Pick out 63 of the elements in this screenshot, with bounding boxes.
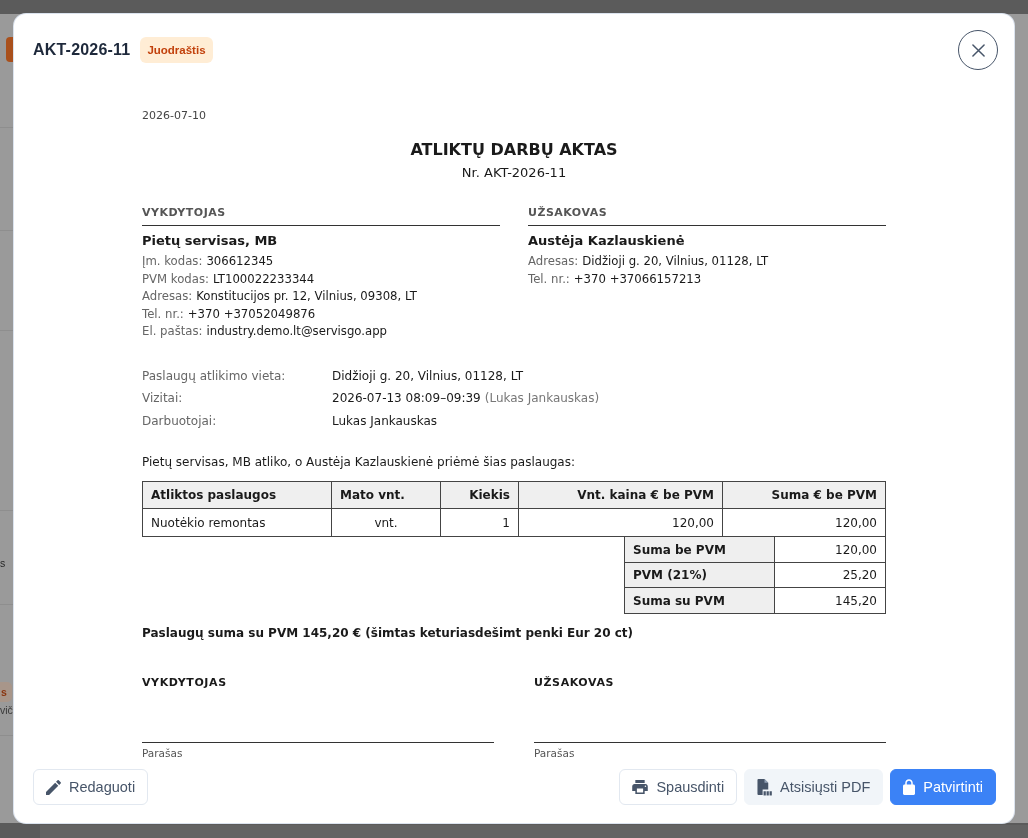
section-heading: UŽSAKOVAS	[528, 206, 608, 220]
detail-value: 2026-07-13 08:09–09:39	[332, 390, 481, 408]
list-text: s	[0, 556, 6, 570]
detail-value: Lukas Jankauskas	[332, 412, 438, 430]
dialog-title: AKT-2026-11	[33, 41, 131, 59]
party-name: Austėja Kazlauskienė	[528, 232, 685, 250]
status-badge: s	[0, 682, 12, 702]
signature-heading: VYKDYTOJAS	[142, 675, 227, 690]
signature-caption: Parašas	[534, 746, 575, 760]
column-header: Kiekis	[440, 481, 519, 509]
column-header: Suma € be PVM	[722, 481, 886, 509]
table-cell: 1	[440, 508, 519, 537]
download-pdf-button[interactable]: Atsisiųsti PDF	[744, 769, 884, 805]
field-value: 306612345	[206, 253, 274, 270]
field-value: Konstitucijos pr. 12, Vilnius, 09308, LT	[196, 288, 417, 306]
field-label: Tel. nr.:	[528, 270, 570, 288]
signature-heading: UŽSAKOVAS	[534, 675, 615, 690]
printer-icon	[632, 780, 649, 794]
detail-label: Darbuotojai:	[142, 412, 217, 430]
totals-label: Suma be PVM	[624, 536, 775, 563]
list-text: vič	[0, 703, 13, 717]
field-label: Įm. kodas:	[142, 253, 203, 270]
print-button[interactable]: Spausdinti	[619, 769, 738, 805]
confirm-button[interactable]: Patvirtinti	[890, 769, 996, 805]
field-value: LT100022233344	[212, 270, 315, 288]
field-label: Adresas:	[528, 253, 579, 270]
field-value: Didžioji g. 20, Vilnius, 01128, LT	[582, 253, 769, 270]
field-label: Tel. nr.:	[142, 305, 184, 323]
edit-button[interactable]: Redaguoti	[33, 769, 149, 805]
table-cell: vnt.	[331, 508, 441, 537]
detail-label: Vizitai:	[142, 390, 183, 408]
status-badge: Juodraštis	[140, 37, 213, 63]
pencil-icon	[46, 779, 61, 795]
close-icon	[971, 43, 985, 57]
totals-value: 145,20	[774, 587, 886, 614]
total-summary: Paslaugų suma su PVM 145,20 € (šimtas keturiasdešimt penki Eur 20 ct)	[142, 624, 634, 641]
totals-value: 25,20	[774, 562, 886, 588]
field-label: Adresas:	[142, 288, 193, 306]
lock-icon	[903, 779, 916, 795]
field-label: El. paštas:	[142, 323, 203, 341]
document-date: 2026-07-10	[142, 109, 206, 123]
detail-label: Paslaugų atlikimo vieta:	[142, 367, 286, 385]
close-button[interactable]	[958, 30, 998, 70]
column-header: Vnt. kaina € be PVM	[518, 481, 723, 509]
field-value: +370 +37066157213	[573, 270, 702, 288]
field-value: industry.demo.lt@servisgo.app	[206, 323, 388, 341]
field-label: PVM kodas:	[142, 270, 209, 288]
signature-caption: Parašas	[142, 746, 183, 760]
totals-value: 120,00	[774, 536, 886, 563]
field-value: +370 +37052049876	[187, 305, 316, 323]
document-number: Nr. AKT-2026-11	[461, 165, 567, 181]
detail-note: (Lukas Jankauskas)	[484, 390, 600, 408]
table-cell: Nuotėkio remontas	[142, 508, 332, 537]
totals-label: Suma su PVM	[624, 587, 775, 614]
party-name: Pietų servisas, MB	[142, 232, 278, 250]
intro-text: Pietų servisas, MB atliko, o Austėja Kazlauskienė priėmė šias paslaugas:	[142, 454, 575, 471]
column-header: Mato vnt.	[331, 481, 441, 509]
document-title: ATLIKTŲ DARBŲ AKTAS	[410, 140, 618, 160]
file-icon	[757, 778, 773, 796]
detail-value: Didžioji g. 20, Vilnius, 01128, LT	[332, 367, 523, 385]
totals-label: PVM (21%)	[624, 562, 775, 588]
section-heading: VYKDYTOJAS	[142, 206, 226, 220]
column-header: Atliktos paslaugos	[142, 481, 332, 509]
